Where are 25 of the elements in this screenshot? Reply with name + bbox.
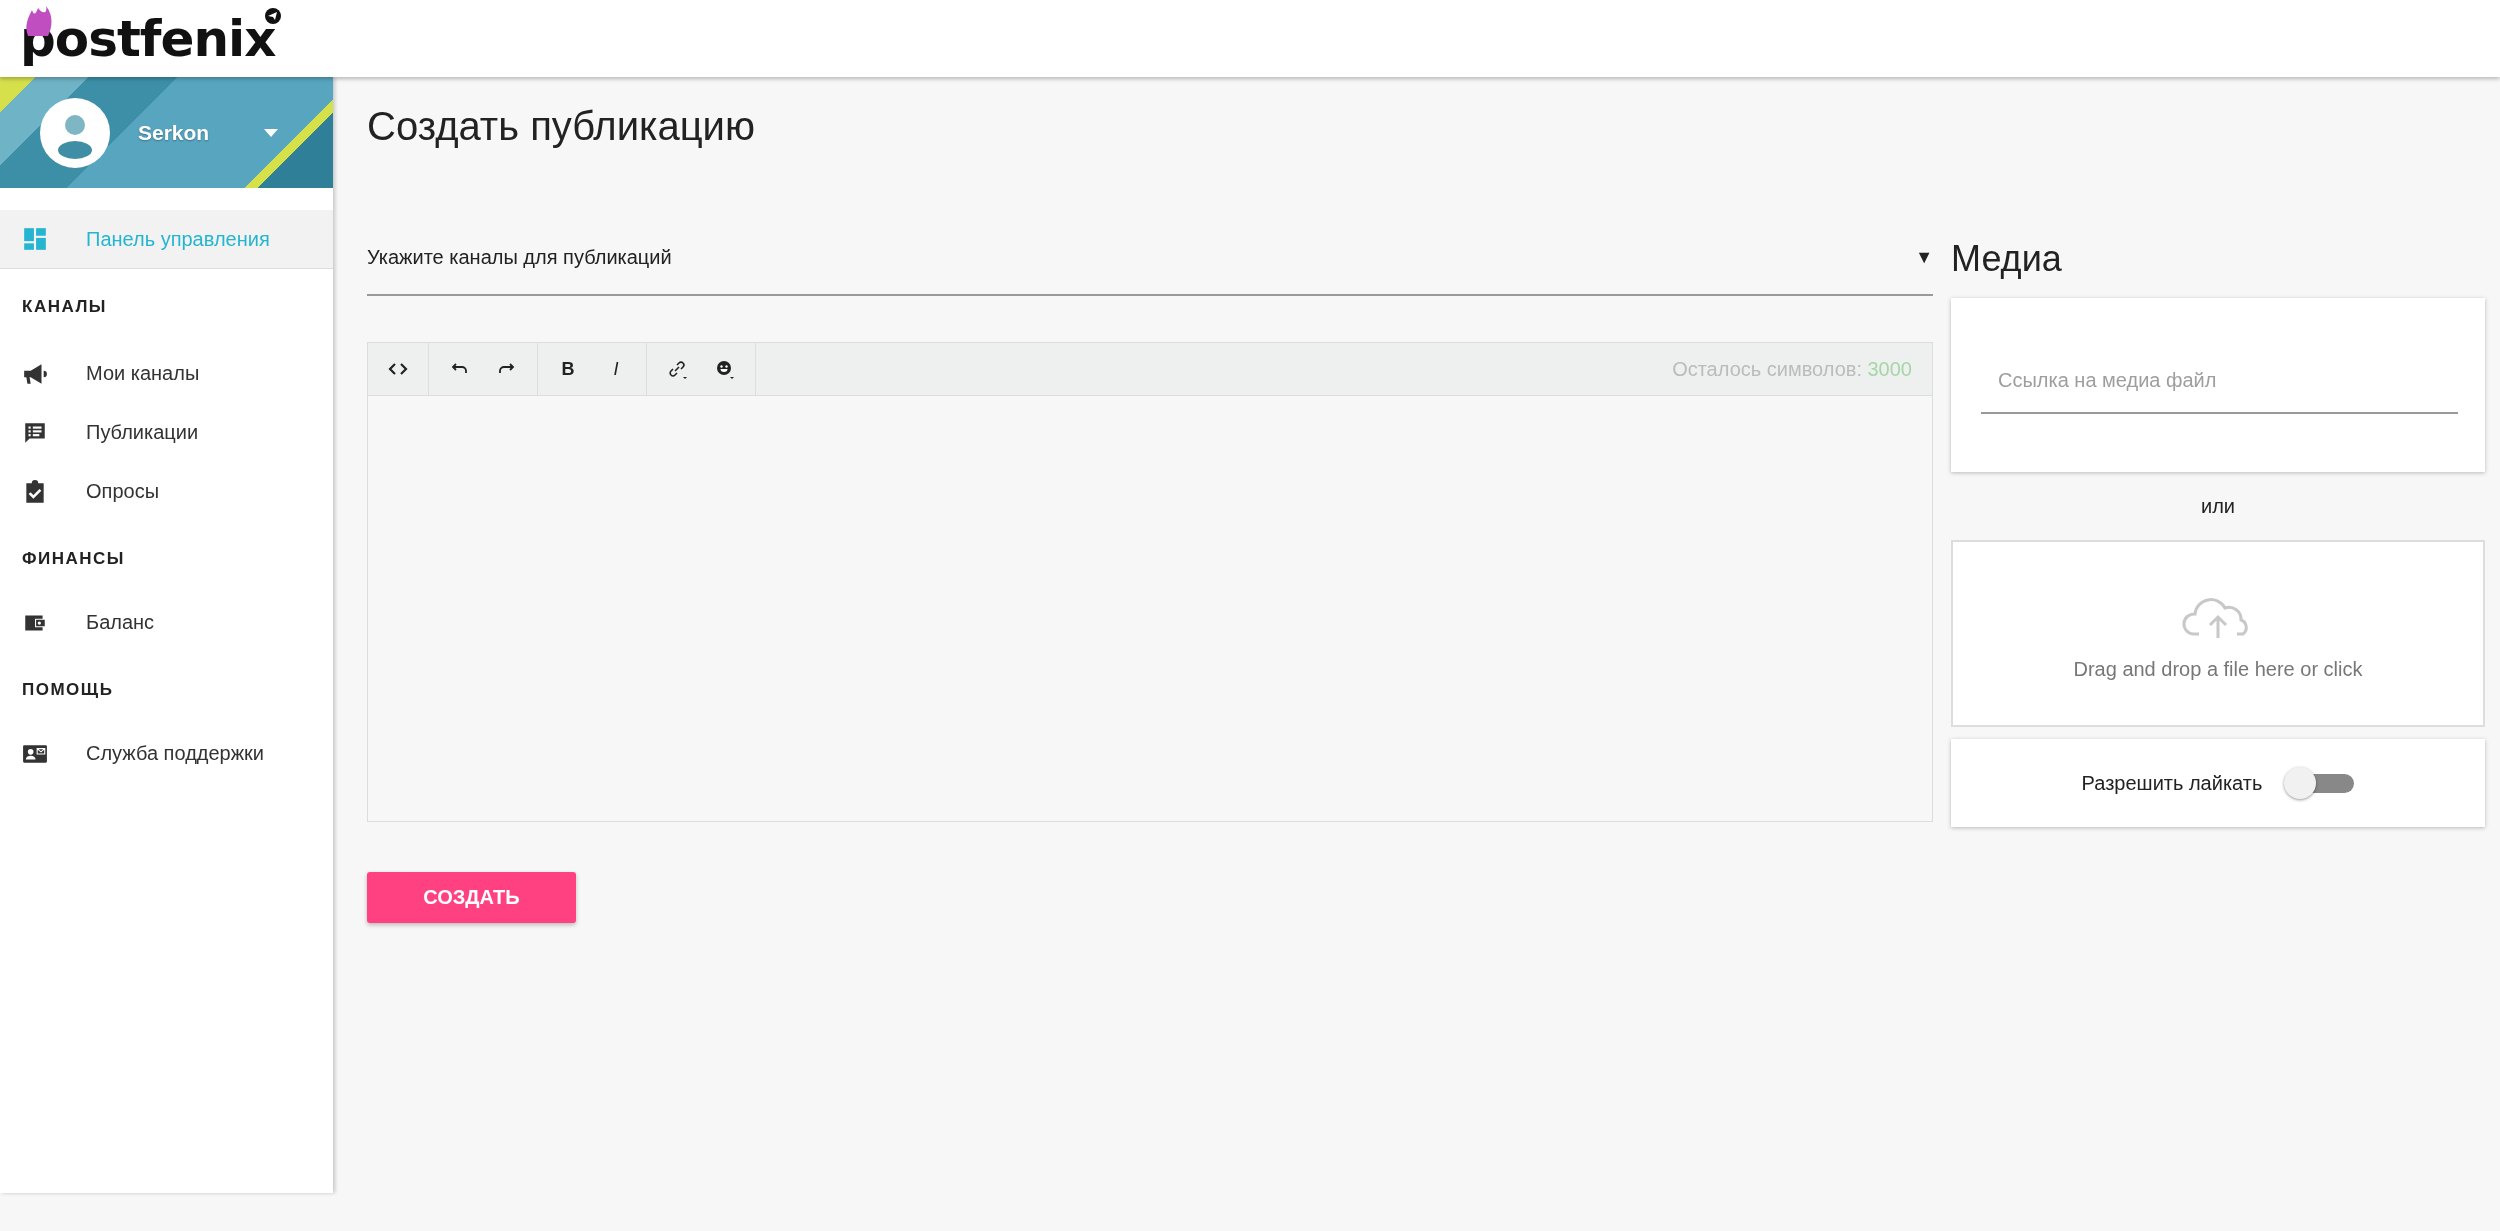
sidebar-item[interactable]: Публикации: [0, 403, 333, 462]
user-name: Serkon: [138, 120, 210, 145]
page-title: Создать публикацию: [367, 104, 756, 150]
smiley-icon: [714, 358, 736, 380]
sidebar-item[interactable]: Мои каналы: [0, 344, 333, 403]
caret-icon[interactable]: [264, 128, 278, 137]
postfenix-logo: postfenix: [20, 13, 276, 64]
sidebar-item[interactable]: Баланс: [0, 593, 333, 652]
link-icon: [666, 358, 688, 380]
avatar-icon: [40, 97, 110, 168]
section-heading: ПОМОЩЬ: [21, 679, 115, 701]
italic-button[interactable]: I: [592, 349, 640, 389]
section-heading: ФИНАНСЫ: [21, 548, 126, 570]
channel-select[interactable]: Укажите каналы для публикаций ▼: [367, 235, 1933, 296]
media-heading: Медиа: [1951, 238, 2063, 281]
media-link-field[interactable]: Ссылка на медиа файл: [1981, 368, 2458, 414]
file-dropzone[interactable]: Drag and drop a file here or click: [1951, 540, 2485, 727]
dashboard-icon: [22, 226, 48, 252]
allow-likes-label: Разрешить лайкать: [2081, 771, 2263, 795]
likes-toggle[interactable]: [2284, 767, 2355, 799]
or-separator: или: [2201, 494, 2235, 518]
sidebar-item[interactable]: Служба поддержки: [0, 724, 333, 783]
sidebar-item[interactable]: Опросы: [0, 462, 333, 521]
section-heading: КАНАЛЫ: [21, 296, 108, 318]
bold-button[interactable]: B: [544, 349, 592, 389]
